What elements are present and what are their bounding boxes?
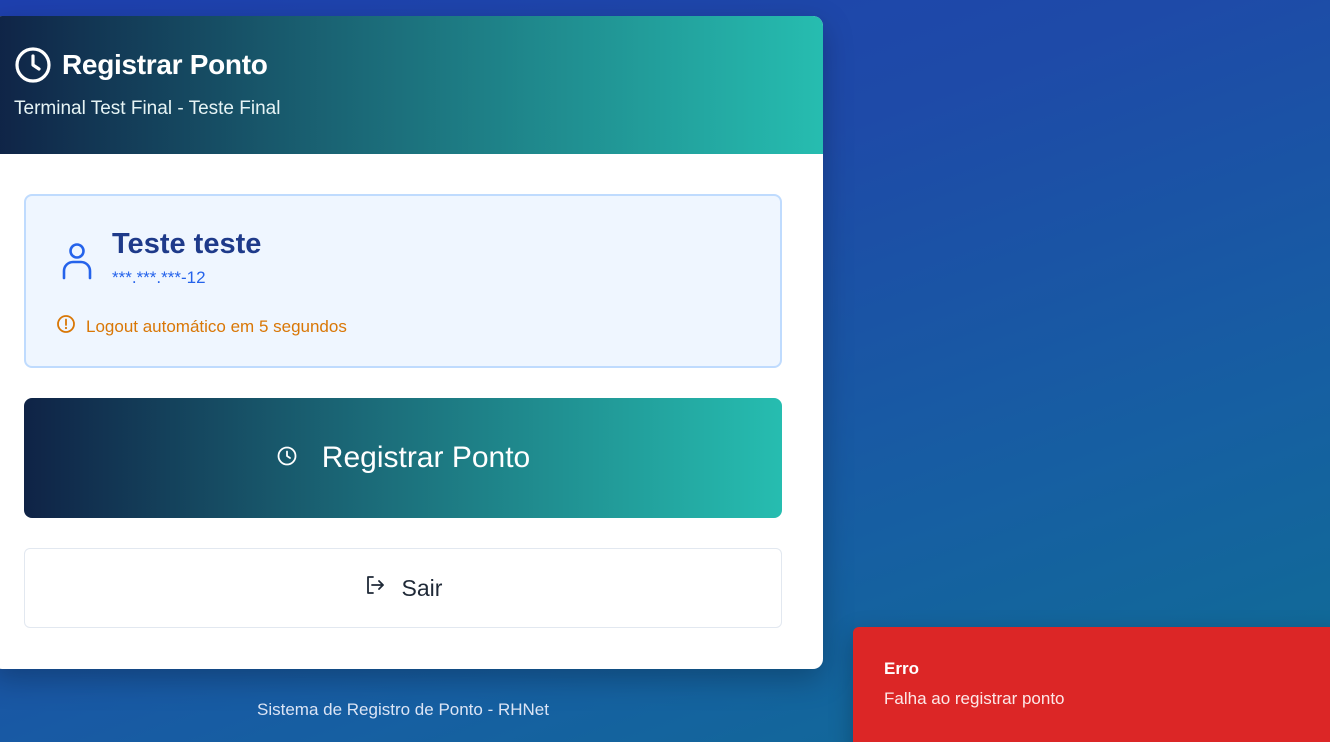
user-info-box: Teste teste ***.***.***-12 Logout automá… <box>24 194 782 368</box>
terminal-subtitle: Terminal Test Final - Teste Final <box>14 98 281 119</box>
register-card: Registrar Ponto Terminal Test Final - Te… <box>0 16 823 669</box>
title-row: Registrar Ponto <box>14 46 823 84</box>
exit-button[interactable]: Sair <box>24 548 782 628</box>
toast-message: Falha ao registrar ponto <box>884 689 1065 708</box>
toast-title: Erro <box>884 659 919 678</box>
error-toast[interactable]: Erro Falha ao registrar ponto <box>853 627 1330 742</box>
card-body: Teste teste ***.***.***-12 Logout automá… <box>0 154 823 628</box>
exit-label: Sair <box>401 574 443 601</box>
footer-text: Sistema de Registro de Ponto - RHNet <box>257 700 549 719</box>
register-point-button[interactable]: Registrar Ponto <box>24 398 782 518</box>
clock-icon <box>14 46 52 84</box>
user-name: Teste teste <box>112 228 262 260</box>
logout-warning-text: Logout automático em 5 segundos <box>86 316 347 336</box>
user-icon <box>60 240 94 285</box>
page-title: Registrar Ponto <box>62 49 268 80</box>
user-cpf: ***.***.***-12 <box>112 268 206 287</box>
alert-circle-icon <box>56 314 76 339</box>
logout-warning: Logout automático em 5 segundos <box>56 314 347 339</box>
register-point-label: Registrar Ponto <box>321 441 531 474</box>
logout-icon <box>364 574 386 602</box>
clock-icon <box>276 441 298 475</box>
card-header: Registrar Ponto Terminal Test Final - Te… <box>0 16 823 154</box>
